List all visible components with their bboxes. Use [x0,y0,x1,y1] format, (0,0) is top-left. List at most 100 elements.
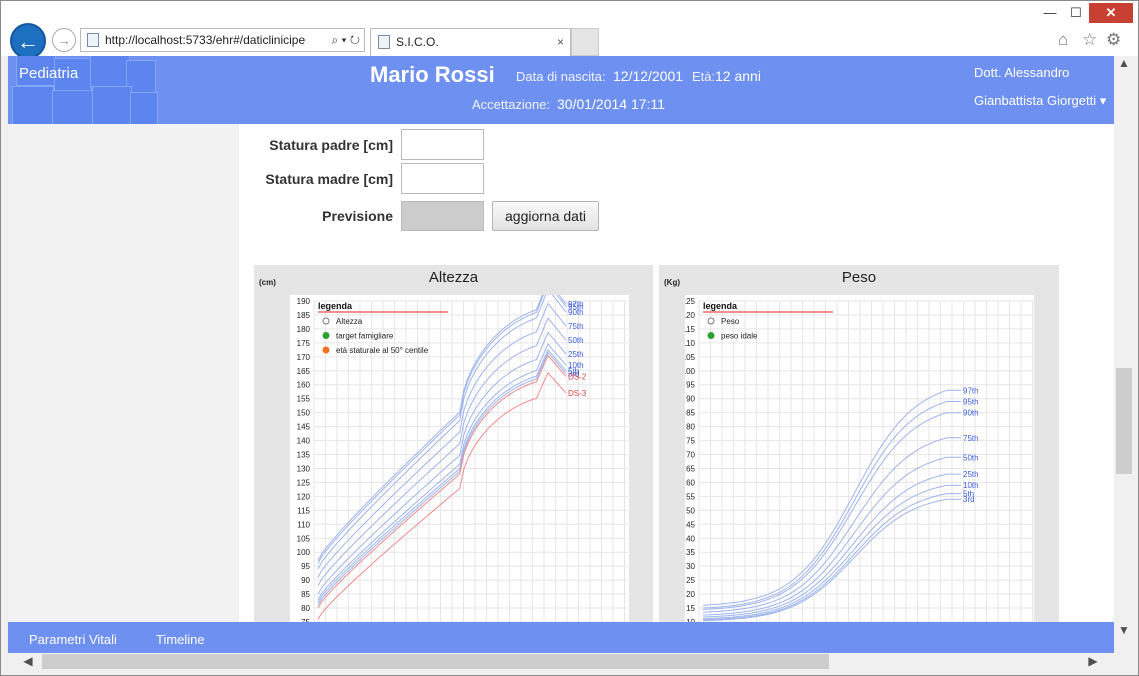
y-tick-label: 65 [686,464,695,473]
mother-height-input[interactable] [401,163,484,194]
y-tick-label: 120 [685,311,696,320]
y-tick-label: 120 [297,492,311,501]
y-unit: (Kg) [664,278,680,287]
main-content: Statura padre [cm] Statura madre [cm] Pr… [8,124,1114,622]
weight-chart: 1015202530354045505560657075808590951001… [682,297,1033,622]
age-value: 12 anni [715,68,761,84]
series-line-50th [317,317,567,586]
nav-timeline[interactable]: Timeline [156,632,205,647]
y-tick-label: 150 [297,409,311,418]
y-tick-label: 135 [297,451,311,460]
forward-arrow-icon[interactable]: → [52,28,76,52]
legend-marker [707,332,715,339]
y-tick-label: 30 [686,562,695,571]
legend-entry: peso idale [721,332,758,341]
father-height-input[interactable] [401,129,484,160]
scroll-down-icon[interactable]: ▼ [1114,623,1134,637]
father-height-label: Statura padre [cm] [269,137,393,153]
y-tick-label: 50 [686,506,695,515]
page-icon [87,33,99,47]
y-tick-label: 60 [686,478,695,487]
bottom-nav: Parametri Vitali Timeline [8,622,1114,654]
y-tick-label: 100 [685,367,696,376]
doctor-menu[interactable]: Gianbattista Giorgetti ▾ [974,93,1106,109]
series-line-3rd [702,498,961,622]
maximize-button[interactable]: ☐ [1061,3,1091,23]
logo-cube [12,86,54,124]
nav-vital-parameters[interactable]: Parametri Vitali [29,632,117,647]
series-line-97th [702,389,961,606]
curve-label: 50th [568,336,584,345]
curve-label: 3rd [963,495,975,504]
plot-area: 1015202530354045505560657075808590951001… [682,295,1034,622]
y-tick-label: 85 [686,409,695,418]
height-chart-panel: Altezza (cm) 758085909510010511011512012… [254,265,653,622]
y-unit: (cm) [259,278,276,287]
y-tick-label: 145 [297,423,311,432]
admission-label: Accettazione: [472,97,551,112]
y-tick-label: 70 [686,451,695,460]
legend-entry: Altezza [336,317,363,326]
legend-title: legenda [703,301,738,311]
legend-marker [322,317,330,325]
y-tick-label: 165 [297,367,311,376]
y-tick-label: 55 [686,492,695,501]
y-tick-label: 105 [297,534,311,543]
update-data-button[interactable]: aggiorna dati [492,201,599,231]
y-tick-label: 40 [686,534,695,543]
forecast-label: Previsione [322,208,393,224]
curve-label: 90th [568,308,584,317]
curve-label: 25th [568,350,584,359]
chart-title: Altezza [428,269,479,286]
browser-window: — ☐ ✕ ← → http://localhost:5733/ehr#/dat… [0,0,1139,676]
forecast-value [401,201,484,231]
legend-title: legenda [318,301,353,311]
scroll-left-icon[interactable]: ◀ [18,654,38,668]
scroll-up-icon[interactable]: ▲ [1114,56,1134,70]
gear-icon[interactable]: ⚙ [1106,30,1121,50]
favorites-star-icon[interactable]: ☆ [1082,30,1097,50]
horizontal-scroll-thumb[interactable] [42,654,829,669]
doctor-name[interactable]: Dott. Alessandro [974,65,1069,80]
y-tick-label: 75 [686,437,695,446]
y-tick-label: 35 [686,548,695,557]
home-icon[interactable]: ⌂ [1058,30,1068,50]
curve-label: DS-3 [568,389,587,398]
patient-name: Mario Rossi [370,62,495,87]
series-line-50th [702,456,961,616]
mother-height-label: Statura madre [cm] [265,171,393,187]
series-line-25th [702,473,961,618]
tab-close-icon[interactable]: × [557,29,564,55]
vertical-scrollbar[interactable]: ▲ ▼ [1114,56,1134,653]
curve-label: 50th [963,453,979,462]
page-icon [378,35,390,49]
address-bar[interactable]: http://localhost:5733/ehr#/daticlinicipe… [80,28,365,52]
logo-cube [92,86,132,124]
vertical-scroll-thumb[interactable] [1116,368,1132,474]
y-tick-label: 80 [301,604,310,613]
app-name[interactable]: Pediatria [19,65,78,82]
legend-entry: età staturale al 50° centile [336,346,429,355]
age-label: Età: [692,69,716,84]
y-tick-label: 175 [297,339,311,348]
new-tab-button[interactable] [571,28,599,56]
series-line-DS-2 [317,354,567,609]
admission-value: 30/01/2014 17:11 [557,96,665,112]
dob-label: Data di nascita: [516,69,606,84]
y-tick-label: 25 [686,576,695,585]
y-tick-label: 80 [686,423,695,432]
series-line-25th [317,331,567,595]
app-header: Pediatria Mario Rossi Data di nascita: 1… [8,56,1114,124]
back-arrow-icon[interactable]: ← [10,23,46,59]
y-tick-label: 100 [297,548,311,557]
curve-label: 75th [568,322,584,331]
curve-label: DS-2 [568,372,587,381]
scroll-right-icon[interactable]: ▶ [1083,654,1103,668]
legend-entry: target famigliare [336,332,394,341]
content-panel: Statura padre [cm] Statura madre [cm] Pr… [239,124,1114,622]
close-window-button[interactable]: ✕ [1089,3,1133,23]
horizontal-scrollbar[interactable]: ◀ ▶ [8,653,1134,671]
y-tick-label: 110 [297,520,310,529]
address-tools-icon[interactable]: ⌕ ▾ ↻ [327,29,360,51]
tab-sico[interactable]: S.I.C.O. × [370,28,571,56]
